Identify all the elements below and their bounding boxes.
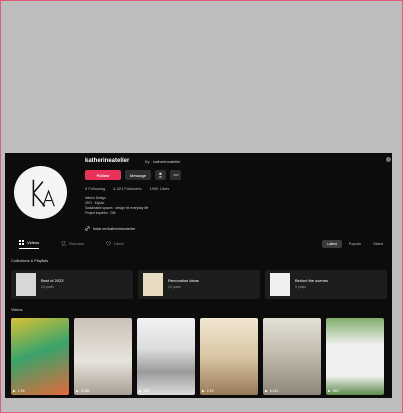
playlist-thumbnail (270, 273, 290, 296)
tab-liked[interactable]: Liked (105, 240, 124, 249)
view-count-text: 1.2K (17, 389, 25, 393)
tab-videos-label: Videos (27, 240, 40, 245)
view-count-text: 890 (143, 389, 150, 393)
add-friend-button[interactable] (155, 170, 166, 180)
profile-link[interactable]: linktr.ee/katherineatelier (85, 226, 135, 231)
play-icon: ▶ (265, 389, 268, 393)
playlist-card[interactable]: Best of 2023 24 posts (11, 270, 133, 299)
profile-bio: Interior Design CEO · Kiyoko Sustainable… (85, 196, 205, 216)
view-count-text: 3,456 (80, 389, 90, 393)
likes-count: 109K Likes (149, 186, 170, 191)
video-thumbnail[interactable]: ▶ 1.2K (11, 318, 69, 395)
message-button[interactable]: Message (125, 170, 151, 180)
sort-options: Latest Popular Oldest (322, 240, 388, 248)
monogram-logo-icon (32, 179, 55, 207)
sort-latest[interactable]: Latest (322, 240, 342, 248)
playlist-count: 9 posts (295, 285, 306, 289)
playlist-thumbnail (16, 273, 36, 296)
view-count-text: 2.1K (206, 389, 214, 393)
username: katherineatelier (85, 158, 130, 164)
heart-icon (105, 240, 111, 246)
sort-popular[interactable]: Popular (344, 240, 366, 248)
video-thumbnail[interactable]: ▶ 890 (137, 318, 195, 395)
view-count: ▶ 1.2K (13, 389, 25, 393)
profile-panel: katherineatelier Ky · katherineatelier F… (5, 153, 392, 398)
view-count-text: 640 (332, 389, 339, 393)
view-count: ▶ 3,456 (76, 389, 89, 393)
sort-oldest[interactable]: Oldest (368, 240, 388, 248)
ellipsis-icon (173, 174, 178, 176)
more-options-button[interactable] (170, 170, 181, 180)
playlist-title: Behind the scenes (295, 278, 328, 283)
tab-videos[interactable]: Videos (19, 240, 40, 249)
video-thumbnail[interactable]: ▶ 5,012 (263, 318, 321, 395)
playlist-count: 14 posts (168, 285, 181, 289)
more-dot-icon[interactable] (386, 157, 391, 162)
grid-icon (19, 240, 24, 245)
playlist-thumbnail (143, 273, 163, 296)
link-icon (85, 226, 90, 231)
play-icon: ▶ (13, 389, 16, 393)
playlist-title: Renovation ideas (168, 278, 199, 283)
view-count: ▶ 2.1K (202, 389, 214, 393)
playlist-card[interactable]: Behind the scenes 9 posts (265, 270, 387, 299)
playlist-card[interactable]: Renovation ideas 14 posts (138, 270, 260, 299)
following-count[interactable]: 5 Following (85, 186, 105, 191)
video-grid: ▶ 1.2K ▶ 3,456 ▶ 890 ▶ 2.1K ▶ 5,012 ▶ 640 (11, 318, 384, 395)
play-icon: ▶ (202, 389, 205, 393)
video-thumbnail[interactable]: ▶ 3,456 (74, 318, 132, 395)
screenshot-frame: katherineatelier Ky · katherineatelier F… (0, 0, 403, 413)
followers-count[interactable]: 4,421 Followers (113, 186, 141, 191)
view-count: ▶ 890 (139, 389, 150, 393)
playlist-title: Best of 2023 (41, 278, 64, 283)
person-plus-icon (158, 172, 162, 178)
play-icon: ▶ (76, 389, 79, 393)
profile-link-text: linktr.ee/katherineatelier (93, 226, 136, 231)
video-thumbnail[interactable]: ▶ 640 (326, 318, 384, 395)
playlists-heading: Collections & Playlists (11, 259, 49, 263)
video-thumbnail[interactable]: ▶ 2.1K (200, 318, 258, 395)
view-count-text: 5,012 (269, 389, 279, 393)
avatar[interactable] (14, 166, 67, 219)
profile-stats: 5 Following 4,421 Followers 109K Likes (85, 186, 169, 191)
display-name: Ky · katherineatelier (145, 159, 181, 164)
view-count: ▶ 640 (328, 389, 339, 393)
tab-reposts-label: Reposts (69, 240, 84, 246)
play-icon: ▶ (328, 389, 331, 393)
profile-tabs: Videos Reposts Liked (19, 240, 123, 249)
tab-reposts[interactable]: Reposts (61, 240, 84, 249)
view-count: ▶ 5,012 (265, 389, 278, 393)
playlist-count: 24 posts (41, 285, 54, 289)
repost-icon (61, 240, 66, 246)
bio-line: Project inquiries · DM (85, 211, 116, 215)
profile-actions: Follow Message (85, 170, 181, 180)
play-icon: ▶ (139, 389, 142, 393)
follow-button[interactable]: Follow (85, 170, 121, 180)
videos-heading: Videos (11, 308, 23, 312)
tab-liked-label: Liked (113, 240, 124, 246)
